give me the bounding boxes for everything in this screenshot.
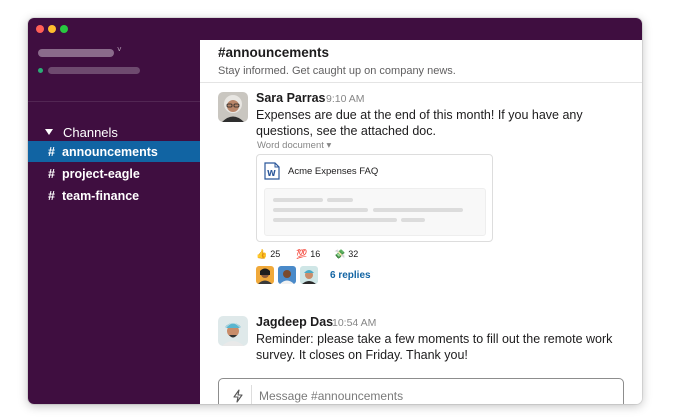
money-with-wings-icon: 💸 xyxy=(334,248,346,259)
message-author[interactable]: Sara Parras xyxy=(256,91,326,105)
channels-section-label: Channels xyxy=(63,124,118,140)
sidebar-item-announcements[interactable]: # announcements xyxy=(28,141,200,162)
avatar[interactable] xyxy=(256,266,274,284)
channel-pane: #announcements Stay informed. Get caught… xyxy=(200,40,642,404)
workspace-name-placeholder xyxy=(38,49,114,57)
sidebar-divider xyxy=(28,101,200,102)
title-bar xyxy=(28,18,642,40)
hash-icon: # xyxy=(48,188,55,203)
header-divider xyxy=(200,82,642,83)
reaction-count: 25 xyxy=(270,249,281,259)
channel-topic: Stay informed. Get caught up on company … xyxy=(218,65,456,77)
message-text: Expenses are due at the end of this mont… xyxy=(256,108,583,138)
channel-title[interactable]: #announcements xyxy=(218,45,329,60)
reaction-money-wings[interactable]: 💸 32 xyxy=(334,247,358,261)
presence-status-icon xyxy=(38,68,43,73)
sidebar-item-team-finance[interactable]: # team-finance xyxy=(28,185,200,206)
composer-divider xyxy=(251,385,252,404)
sidebar-item-project-eagle[interactable]: # project-eagle xyxy=(28,163,200,184)
app-window: ˅ Channels # announcements # project-eag… xyxy=(28,18,642,404)
channel-label: announcements xyxy=(62,144,158,159)
svg-text:W: W xyxy=(267,169,276,178)
message-timestamp[interactable]: 9:10 AM xyxy=(326,93,365,105)
chevron-down-icon: ˅ xyxy=(117,45,122,54)
avatar[interactable] xyxy=(218,92,248,122)
message-text: Reminder: please take a few moments to f… xyxy=(256,332,613,362)
reaction-thumbs-up[interactable]: 👍 25 xyxy=(256,247,280,261)
thumbs-up-icon: 👍 xyxy=(256,248,268,259)
avatar[interactable] xyxy=(278,266,296,284)
reaction-hundred[interactable]: 💯 16 xyxy=(296,247,320,261)
hash-icon: # xyxy=(48,144,55,159)
reaction-count: 32 xyxy=(348,249,359,259)
message-input[interactable]: Message #announcements xyxy=(259,389,403,403)
avatar[interactable] xyxy=(300,266,318,284)
hash-icon: # xyxy=(48,166,55,181)
hundred-points-icon: 💯 xyxy=(296,248,308,259)
sidebar: ˅ Channels # announcements # project-eag… xyxy=(28,40,200,404)
message-author[interactable]: Jagdeep Das xyxy=(256,315,333,329)
attachment-preview xyxy=(264,188,486,236)
message-timestamp[interactable]: 10:54 AM xyxy=(332,317,376,329)
close-window-button[interactable] xyxy=(36,25,44,33)
word-doc-icon: W xyxy=(264,162,280,180)
avatar[interactable] xyxy=(218,316,248,346)
channel-label: project-eagle xyxy=(62,166,140,181)
user-name-placeholder[interactable] xyxy=(48,67,140,74)
lightning-bolt-icon[interactable] xyxy=(231,389,245,403)
message-composer[interactable]: Message #announcements xyxy=(218,378,624,404)
maximize-window-button[interactable] xyxy=(60,25,68,33)
attachment-type-label[interactable]: Word document ▾ xyxy=(257,140,331,151)
minimize-window-button[interactable] xyxy=(48,25,56,33)
channels-section-toggle[interactable]: Channels xyxy=(44,124,118,140)
channel-label: team-finance xyxy=(62,188,140,203)
attachment-title: Acme Expenses FAQ xyxy=(288,166,379,177)
attachment-card[interactable]: W Acme Expenses FAQ xyxy=(256,154,493,242)
caret-down-icon xyxy=(45,129,53,135)
thread-replies-link[interactable]: 6 replies xyxy=(330,270,371,281)
reaction-count: 16 xyxy=(310,249,321,259)
